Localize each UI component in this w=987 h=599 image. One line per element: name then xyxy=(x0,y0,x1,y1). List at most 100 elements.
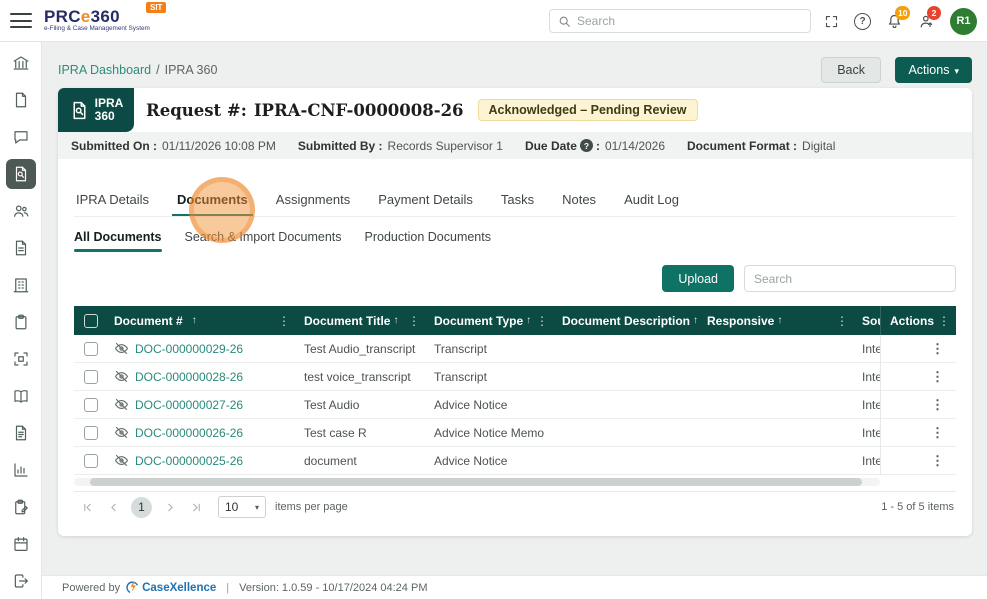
sidebar-item-document-archive[interactable] xyxy=(6,418,36,448)
request-number: IPRA-CNF-0000008-26 xyxy=(254,101,464,120)
column-header-responsive[interactable]: Responsive ↑ ⋮ xyxy=(701,306,856,335)
column-menu-icon[interactable]: ⋮ xyxy=(834,314,850,328)
file-alt-icon xyxy=(12,424,30,442)
user-upload-count-badge: 2 xyxy=(927,6,941,20)
breadcrumb-separator: / xyxy=(156,63,159,77)
row-actions-menu-icon[interactable]: ⋮ xyxy=(931,453,944,469)
sidebar-item-exit[interactable] xyxy=(6,566,36,596)
meta-submitted-by: Submitted By : Records Supervisor 1 xyxy=(298,139,503,153)
sidebar-item-case-notes[interactable] xyxy=(6,492,36,522)
pager-prev-button[interactable] xyxy=(102,496,124,518)
logo-e: e xyxy=(81,7,91,26)
column-header-actions: Actions ⋮ xyxy=(880,306,956,335)
pager: 1 10 ▾ items per page 1 - 5 of 5 items xyxy=(74,491,956,522)
sidebar-item-organization[interactable] xyxy=(6,270,36,300)
column-menu-icon[interactable]: ⋮ xyxy=(276,314,292,328)
fullscreen-button[interactable] xyxy=(824,14,839,29)
tab-notes[interactable]: Notes xyxy=(560,192,598,207)
sidebar-item-scan[interactable] xyxy=(6,344,36,374)
sidebar-item-calendar[interactable] xyxy=(6,529,36,559)
global-search-input[interactable] xyxy=(577,14,802,28)
casexellence-logo-icon xyxy=(126,581,139,594)
sidebar-item-documents[interactable] xyxy=(6,85,36,115)
documents-search-input[interactable] xyxy=(744,265,956,292)
column-menu-icon[interactable]: ⋮ xyxy=(406,314,422,328)
top-header: PRCe360 e-Filing & Case Management Syste… xyxy=(0,0,987,42)
table-row: DOC-000000026-26 Test case R Advice Noti… xyxy=(74,419,880,447)
subtab-search-import-documents[interactable]: Search & Import Documents xyxy=(185,230,342,244)
powered-by-label: Powered by xyxy=(62,582,120,594)
row-actions-menu-icon[interactable]: ⋮ xyxy=(931,369,944,385)
sidebar-item-tasks[interactable] xyxy=(6,307,36,337)
sidebar-item-document-details[interactable] xyxy=(6,233,36,263)
document-number-link[interactable]: DOC-000000026-26 xyxy=(135,426,243,440)
users-icon xyxy=(12,202,30,220)
tab-documents[interactable]: Documents xyxy=(175,192,250,207)
eye-off-icon xyxy=(114,425,129,440)
subtab-all-documents[interactable]: All Documents xyxy=(74,230,162,244)
row-checkbox[interactable] xyxy=(84,398,98,412)
menu-toggle-button[interactable] xyxy=(10,13,32,28)
pager-page-1[interactable]: 1 xyxy=(131,497,152,518)
meta-due-date: Due Date ? : 01/14/2026 xyxy=(525,139,665,153)
chart-icon xyxy=(12,461,30,479)
request-title: Request #: IPRA-CNF-0000008-26 Acknowled… xyxy=(146,88,698,132)
breadcrumb-current: IPRA 360 xyxy=(165,63,218,77)
first-page-icon xyxy=(81,501,94,514)
column-header-document-type[interactable]: Document Type ↑ ⋮ xyxy=(428,306,556,335)
user-upload-button[interactable]: 2 xyxy=(918,13,935,30)
row-actions-menu-icon[interactable]: ⋮ xyxy=(931,341,944,357)
tab-assignments[interactable]: Assignments xyxy=(274,192,352,207)
column-header-document-description[interactable]: Document Description ↑ ⋮ xyxy=(556,306,701,335)
user-avatar[interactable]: R1 xyxy=(950,8,977,35)
document-number-link[interactable]: DOC-000000029-26 xyxy=(135,342,243,356)
app-logo[interactable]: PRCe360 e-Filing & Case Management Syste… xyxy=(44,9,150,32)
select-all-checkbox[interactable] xyxy=(84,314,98,328)
row-checkbox[interactable] xyxy=(84,426,98,440)
column-menu-icon[interactable]: ⋮ xyxy=(534,314,550,328)
column-header-source[interactable]: Source xyxy=(856,306,880,335)
page-size-dropdown[interactable]: 10 ▾ xyxy=(218,496,266,518)
breadcrumb-link-ipra-dashboard[interactable]: IPRA Dashboard xyxy=(58,63,151,77)
row-actions-menu-icon[interactable]: ⋮ xyxy=(931,425,944,441)
due-date-help-icon[interactable]: ? xyxy=(580,139,593,152)
tab-payment-details[interactable]: Payment Details xyxy=(376,192,475,207)
document-number-link[interactable]: DOC-000000027-26 xyxy=(135,398,243,412)
document-number-link[interactable]: DOC-000000028-26 xyxy=(135,370,243,384)
pager-next-button[interactable] xyxy=(159,496,181,518)
table-row: DOC-000000028-26 test voice_transcript T… xyxy=(74,363,880,391)
file-lines-icon xyxy=(12,239,30,257)
row-checkbox[interactable] xyxy=(84,370,98,384)
tab-audit-log[interactable]: Audit Log xyxy=(622,192,681,207)
notifications-button[interactable]: 10 xyxy=(886,13,903,30)
tab-tasks[interactable]: Tasks xyxy=(499,192,536,207)
pager-first-button[interactable] xyxy=(76,496,98,518)
subtab-production-documents[interactable]: Production Documents xyxy=(365,230,491,244)
sidebar-item-users[interactable] xyxy=(6,196,36,226)
row-checkbox[interactable] xyxy=(84,454,98,468)
row-actions-menu-icon[interactable]: ⋮ xyxy=(931,397,944,413)
actions-button[interactable]: Actions▾ xyxy=(895,57,972,83)
sidebar-item-institution[interactable] xyxy=(6,48,36,78)
pager-last-button[interactable] xyxy=(185,496,207,518)
document-title-cell: document xyxy=(298,454,428,468)
tab-ipra-details[interactable]: IPRA Details xyxy=(74,192,151,207)
page-size-value: 10 xyxy=(225,500,238,514)
sidebar-item-ipra-requests[interactable] xyxy=(6,159,36,189)
back-button[interactable]: Back xyxy=(821,57,881,83)
sidebar-item-messages[interactable] xyxy=(6,122,36,152)
horizontal-scrollbar-track[interactable] xyxy=(74,478,880,486)
column-menu-icon[interactable]: ⋮ xyxy=(936,314,952,328)
horizontal-scrollbar-thumb[interactable] xyxy=(90,478,862,486)
sidebar-item-records[interactable] xyxy=(6,381,36,411)
environment-badge: SIT xyxy=(146,2,166,13)
row-checkbox[interactable] xyxy=(84,342,98,356)
casexellence-brand: CaseXellence xyxy=(126,581,216,594)
column-header-document-number[interactable]: Document # ↑ ⋮ xyxy=(108,306,298,335)
document-number-link[interactable]: DOC-000000025-26 xyxy=(135,454,243,468)
column-header-document-title[interactable]: Document Title ↑ ⋮ xyxy=(298,306,428,335)
upload-button[interactable]: Upload xyxy=(662,265,734,292)
help-button[interactable]: ? xyxy=(854,13,871,30)
documents-subtabs: All Documents Search & Import Documents … xyxy=(74,230,956,252)
sidebar-item-reports[interactable] xyxy=(6,455,36,485)
